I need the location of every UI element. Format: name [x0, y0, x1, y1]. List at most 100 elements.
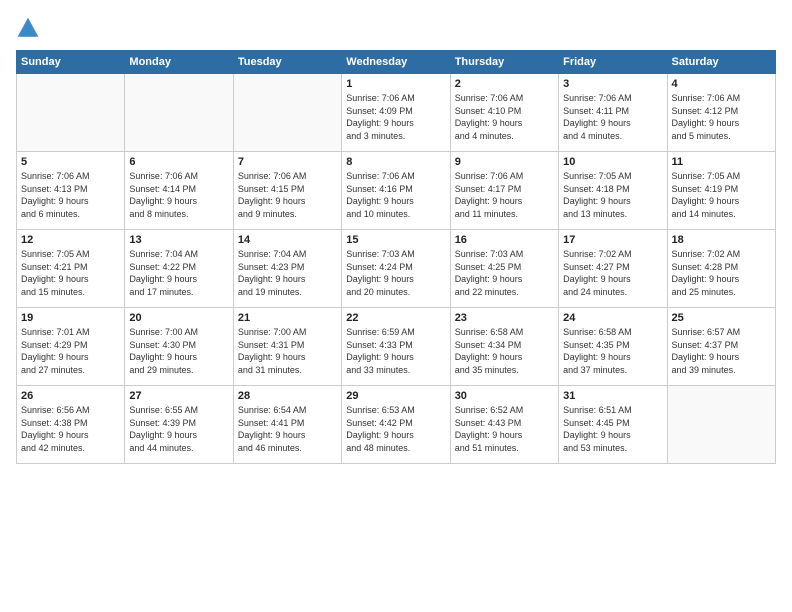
- calendar-header-friday: Friday: [559, 51, 667, 74]
- calendar-table: SundayMondayTuesdayWednesdayThursdayFrid…: [16, 50, 776, 464]
- day-info: Sunrise: 6:56 AM Sunset: 4:38 PM Dayligh…: [21, 404, 120, 454]
- day-number: 2: [455, 78, 554, 90]
- day-info: Sunrise: 6:53 AM Sunset: 4:42 PM Dayligh…: [346, 404, 445, 454]
- calendar-cell: 19Sunrise: 7:01 AM Sunset: 4:29 PM Dayli…: [17, 308, 125, 386]
- day-info: Sunrise: 7:05 AM Sunset: 4:18 PM Dayligh…: [563, 170, 662, 220]
- calendar-header-thursday: Thursday: [450, 51, 558, 74]
- day-info: Sunrise: 7:05 AM Sunset: 4:21 PM Dayligh…: [21, 248, 120, 298]
- day-info: Sunrise: 7:06 AM Sunset: 4:12 PM Dayligh…: [672, 92, 771, 142]
- day-info: Sunrise: 7:02 AM Sunset: 4:28 PM Dayligh…: [672, 248, 771, 298]
- calendar-cell: 23Sunrise: 6:58 AM Sunset: 4:34 PM Dayli…: [450, 308, 558, 386]
- day-info: Sunrise: 7:06 AM Sunset: 4:16 PM Dayligh…: [346, 170, 445, 220]
- day-number: 28: [238, 390, 337, 402]
- day-number: 16: [455, 234, 554, 246]
- calendar-cell: 20 Sunrise: 7:00 AM Sunset: 4:30 PM Dayli…: [125, 308, 233, 386]
- calendar-cell: 9 Sunrise: 7:06 AM Sunset: 4:17 PM Daylig…: [450, 152, 558, 230]
- day-number: 10: [563, 156, 662, 168]
- calendar-cell: 7 Sunrise: 7:06 AM Sunset: 4:15 PM Daylig…: [233, 152, 341, 230]
- calendar-header-tuesday: Tuesday: [233, 51, 341, 74]
- logo-icon: [16, 16, 40, 40]
- day-number: 9: [455, 156, 554, 168]
- day-info: Sunrise: 7:03 AM Sunset: 4:24 PM Dayligh…: [346, 248, 445, 298]
- day-info: Sunrise: 6:52 AM Sunset: 4:43 PM Dayligh…: [455, 404, 554, 454]
- day-info: Sunrise: 7:06 AM Sunset: 4:10 PM Dayligh…: [455, 92, 554, 142]
- calendar-header-saturday: Saturday: [667, 51, 775, 74]
- calendar-header-monday: Monday: [125, 51, 233, 74]
- calendar-cell: 2 Sunrise: 7:06 AM Sunset: 4:10 PM Daylig…: [450, 74, 558, 152]
- calendar-cell: 8 Sunrise: 7:06 AM Sunset: 4:16 PM Daylig…: [342, 152, 450, 230]
- day-number: 18: [672, 234, 771, 246]
- day-number: 8: [346, 156, 445, 168]
- calendar-header-sunday: Sunday: [17, 51, 125, 74]
- calendar-cell: 18 Sunrise: 7:02 AM Sunset: 4:28 PM Dayli…: [667, 230, 775, 308]
- day-info: Sunrise: 7:05 AM Sunset: 4:19 PM Dayligh…: [672, 170, 771, 220]
- day-info: Sunrise: 7:04 AM Sunset: 4:22 PM Dayligh…: [129, 248, 228, 298]
- day-info: Sunrise: 7:06 AM Sunset: 4:14 PM Dayligh…: [129, 170, 228, 220]
- day-info: Sunrise: 7:06 AM Sunset: 4:15 PM Dayligh…: [238, 170, 337, 220]
- calendar-cell: 10 Sunrise: 7:05 AM Sunset: 4:18 PM Dayli…: [559, 152, 667, 230]
- header: [16, 16, 776, 40]
- calendar-cell: 31Sunrise: 6:51 AM Sunset: 4:45 PM Dayli…: [559, 386, 667, 464]
- calendar-cell: 13 Sunrise: 7:04 AM Sunset: 4:22 PM Dayli…: [125, 230, 233, 308]
- logo: [16, 16, 44, 40]
- day-number: 17: [563, 234, 662, 246]
- day-info: Sunrise: 6:55 AM Sunset: 4:39 PM Dayligh…: [129, 404, 228, 454]
- page: SundayMondayTuesdayWednesdayThursdayFrid…: [0, 0, 792, 612]
- day-info: Sunrise: 7:00 AM Sunset: 4:30 PM Dayligh…: [129, 326, 228, 376]
- calendar-cell: [17, 74, 125, 152]
- calendar-cell: 25 Sunrise: 6:57 AM Sunset: 4:37 PM Dayli…: [667, 308, 775, 386]
- day-info: Sunrise: 6:57 AM Sunset: 4:37 PM Dayligh…: [672, 326, 771, 376]
- calendar-week-row: 12 Sunrise: 7:05 AM Sunset: 4:21 PM Dayli…: [17, 230, 776, 308]
- day-number: 13: [129, 234, 228, 246]
- day-number: 25: [672, 312, 771, 324]
- day-number: 7: [238, 156, 337, 168]
- calendar-cell: 29 Sunrise: 6:53 AM Sunset: 4:42 PM Dayli…: [342, 386, 450, 464]
- calendar-cell: 30Sunrise: 6:52 AM Sunset: 4:43 PM Dayli…: [450, 386, 558, 464]
- calendar-cell: 1Sunrise: 7:06 AM Sunset: 4:09 PM Daylig…: [342, 74, 450, 152]
- day-info: Sunrise: 7:06 AM Sunset: 4:17 PM Dayligh…: [455, 170, 554, 220]
- calendar-cell: 15 Sunrise: 7:03 AM Sunset: 4:24 PM Dayli…: [342, 230, 450, 308]
- day-number: 21: [238, 312, 337, 324]
- day-number: 19: [21, 312, 120, 324]
- calendar-cell: [125, 74, 233, 152]
- calendar-cell: 28 Sunrise: 6:54 AM Sunset: 4:41 PM Dayli…: [233, 386, 341, 464]
- day-number: 24: [563, 312, 662, 324]
- day-info: Sunrise: 6:59 AM Sunset: 4:33 PM Dayligh…: [346, 326, 445, 376]
- day-info: Sunrise: 7:06 AM Sunset: 4:13 PM Dayligh…: [21, 170, 120, 220]
- day-number: 26: [21, 390, 120, 402]
- day-info: Sunrise: 6:58 AM Sunset: 4:35 PM Dayligh…: [563, 326, 662, 376]
- day-number: 27: [129, 390, 228, 402]
- calendar-cell: 24 Sunrise: 6:58 AM Sunset: 4:35 PM Dayli…: [559, 308, 667, 386]
- calendar-header-row: SundayMondayTuesdayWednesdayThursdayFrid…: [17, 51, 776, 74]
- day-number: 20: [129, 312, 228, 324]
- day-number: 11: [672, 156, 771, 168]
- day-info: Sunrise: 7:04 AM Sunset: 4:23 PM Dayligh…: [238, 248, 337, 298]
- day-info: Sunrise: 6:54 AM Sunset: 4:41 PM Dayligh…: [238, 404, 337, 454]
- calendar-header-wednesday: Wednesday: [342, 51, 450, 74]
- day-info: Sunrise: 6:51 AM Sunset: 4:45 PM Dayligh…: [563, 404, 662, 454]
- calendar-week-row: 26 Sunrise: 6:56 AM Sunset: 4:38 PM Dayli…: [17, 386, 776, 464]
- day-info: Sunrise: 7:03 AM Sunset: 4:25 PM Dayligh…: [455, 248, 554, 298]
- day-number: 5: [21, 156, 120, 168]
- calendar-cell: 4 Sunrise: 7:06 AM Sunset: 4:12 PM Daylig…: [667, 74, 775, 152]
- day-info: Sunrise: 7:00 AM Sunset: 4:31 PM Dayligh…: [238, 326, 337, 376]
- day-number: 4: [672, 78, 771, 90]
- day-number: 22: [346, 312, 445, 324]
- day-number: 12: [21, 234, 120, 246]
- calendar-cell: 5 Sunrise: 7:06 AM Sunset: 4:13 PM Daylig…: [17, 152, 125, 230]
- day-info: Sunrise: 7:02 AM Sunset: 4:27 PM Dayligh…: [563, 248, 662, 298]
- calendar-cell: 6Sunrise: 7:06 AM Sunset: 4:14 PM Daylig…: [125, 152, 233, 230]
- day-number: 29: [346, 390, 445, 402]
- calendar-week-row: 19Sunrise: 7:01 AM Sunset: 4:29 PM Dayli…: [17, 308, 776, 386]
- day-info: Sunrise: 7:06 AM Sunset: 4:11 PM Dayligh…: [563, 92, 662, 142]
- day-number: 15: [346, 234, 445, 246]
- day-number: 23: [455, 312, 554, 324]
- calendar-cell: 12 Sunrise: 7:05 AM Sunset: 4:21 PM Dayli…: [17, 230, 125, 308]
- calendar-cell: 17 Sunrise: 7:02 AM Sunset: 4:27 PM Dayli…: [559, 230, 667, 308]
- calendar-week-row: 1Sunrise: 7:06 AM Sunset: 4:09 PM Daylig…: [17, 74, 776, 152]
- day-number: 1: [346, 78, 445, 90]
- calendar-week-row: 5 Sunrise: 7:06 AM Sunset: 4:13 PM Daylig…: [17, 152, 776, 230]
- day-number: 14: [238, 234, 337, 246]
- calendar-cell: 3Sunrise: 7:06 AM Sunset: 4:11 PM Daylig…: [559, 74, 667, 152]
- calendar-cell: 27 Sunrise: 6:55 AM Sunset: 4:39 PM Dayli…: [125, 386, 233, 464]
